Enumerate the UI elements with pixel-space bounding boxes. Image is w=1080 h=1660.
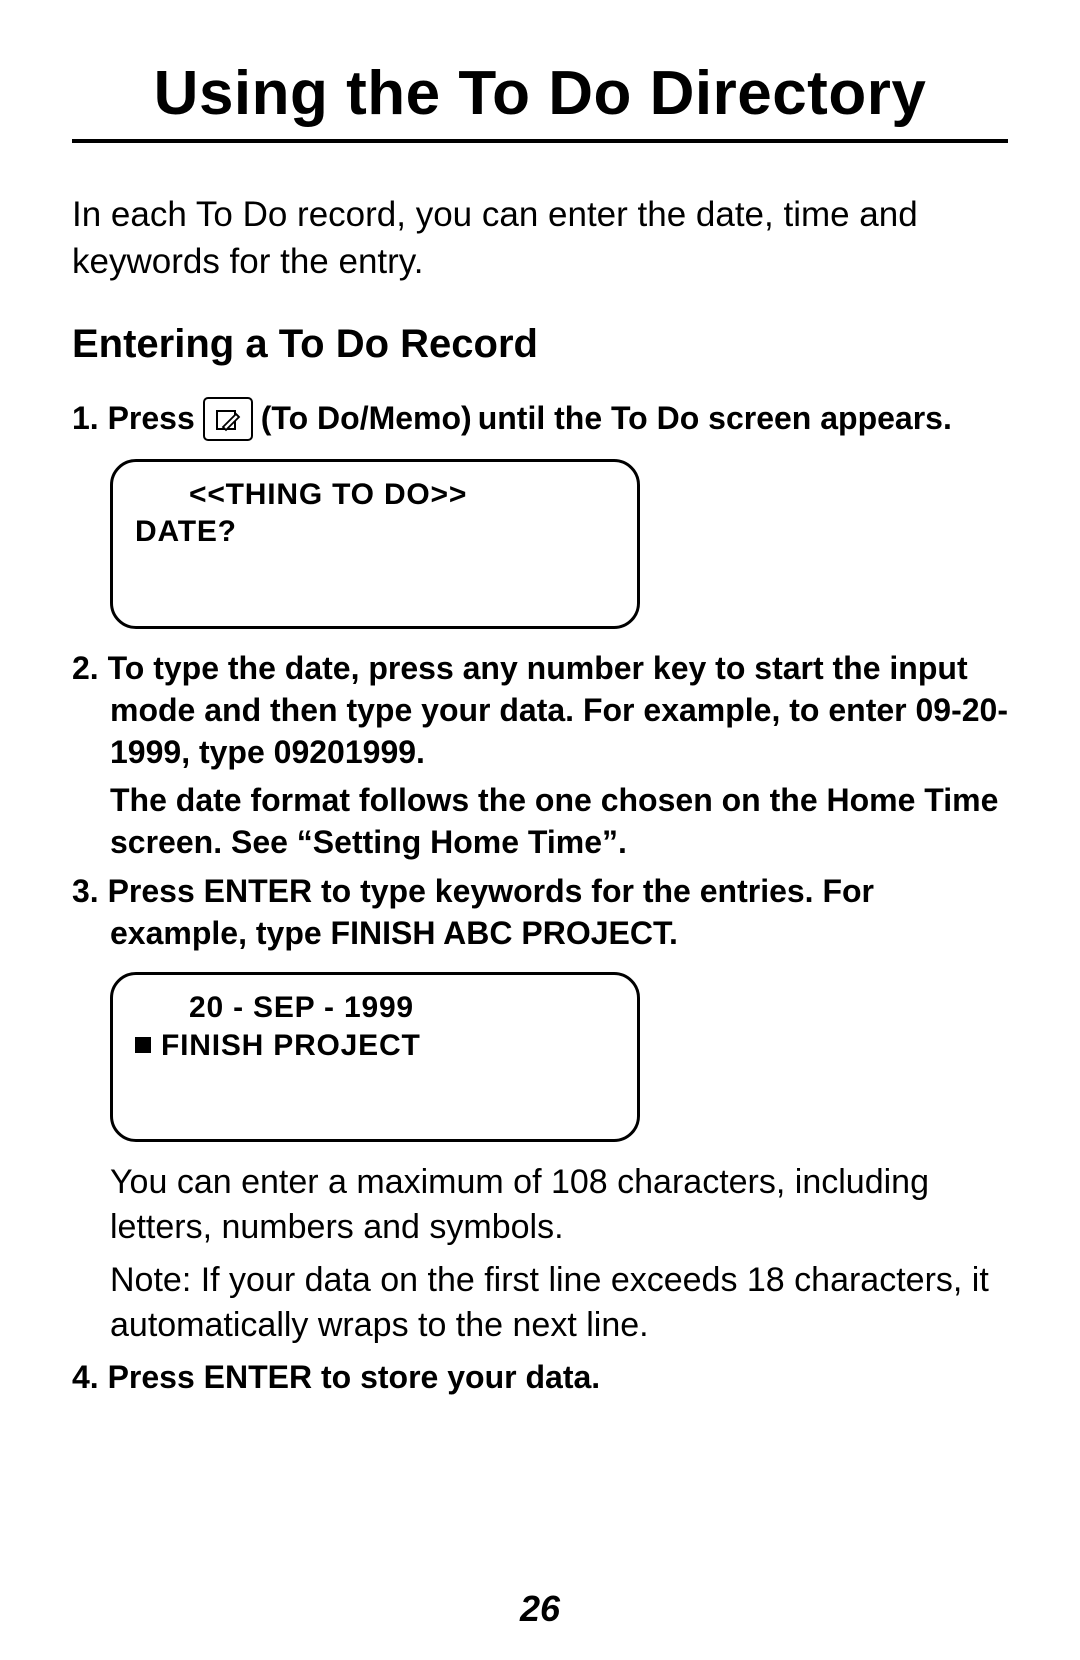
bullet-icon [135, 1037, 151, 1053]
step-4: 4. Press ENTER to store your data. [72, 1356, 1008, 1398]
screen1-line2: DATE? [135, 513, 615, 551]
screen1-line1: <<THING TO DO>> [135, 476, 615, 514]
page-title: Using the To Do Directory [72, 58, 1008, 129]
note-1: You can enter a maximum of 108 character… [72, 1160, 1008, 1250]
lcd-screen-1: <<THING TO DO>> DATE? [110, 459, 640, 629]
step-1-icon-label: (To Do/Memo) [261, 397, 472, 439]
screen2-line2-text: FINISH PROJECT [161, 1027, 421, 1065]
step-3: 3. Press ENTER to type keywords for the … [72, 870, 1008, 954]
intro-paragraph: In each To Do record, you can enter the … [72, 191, 1008, 286]
title-rule [72, 139, 1008, 143]
screen2-line1: 20 - SEP - 1999 [135, 989, 615, 1027]
section-heading: Entering a To Do Record [72, 322, 1008, 367]
page-number: 26 [0, 1588, 1080, 1630]
note-2: Note: If your data on the first line exc… [72, 1258, 1008, 1348]
lcd-screen-2: 20 - SEP - 1999 FINISH PROJECT [110, 972, 640, 1142]
step-1-text-b: until the To Do screen appears. [478, 397, 952, 439]
step-1-text-a: 1. Press [72, 397, 195, 439]
memo-icon [203, 397, 253, 441]
manual-page: Using the To Do Directory In each To Do … [0, 0, 1080, 1660]
step-2: 2. To type the date, press any number ke… [72, 647, 1008, 774]
step-2-body: The date format follows the one chosen o… [72, 779, 1008, 863]
screen2-line2: FINISH PROJECT [135, 1027, 615, 1065]
step-1: 1. Press (To Do/Memo) until the To Do sc… [72, 397, 1008, 441]
